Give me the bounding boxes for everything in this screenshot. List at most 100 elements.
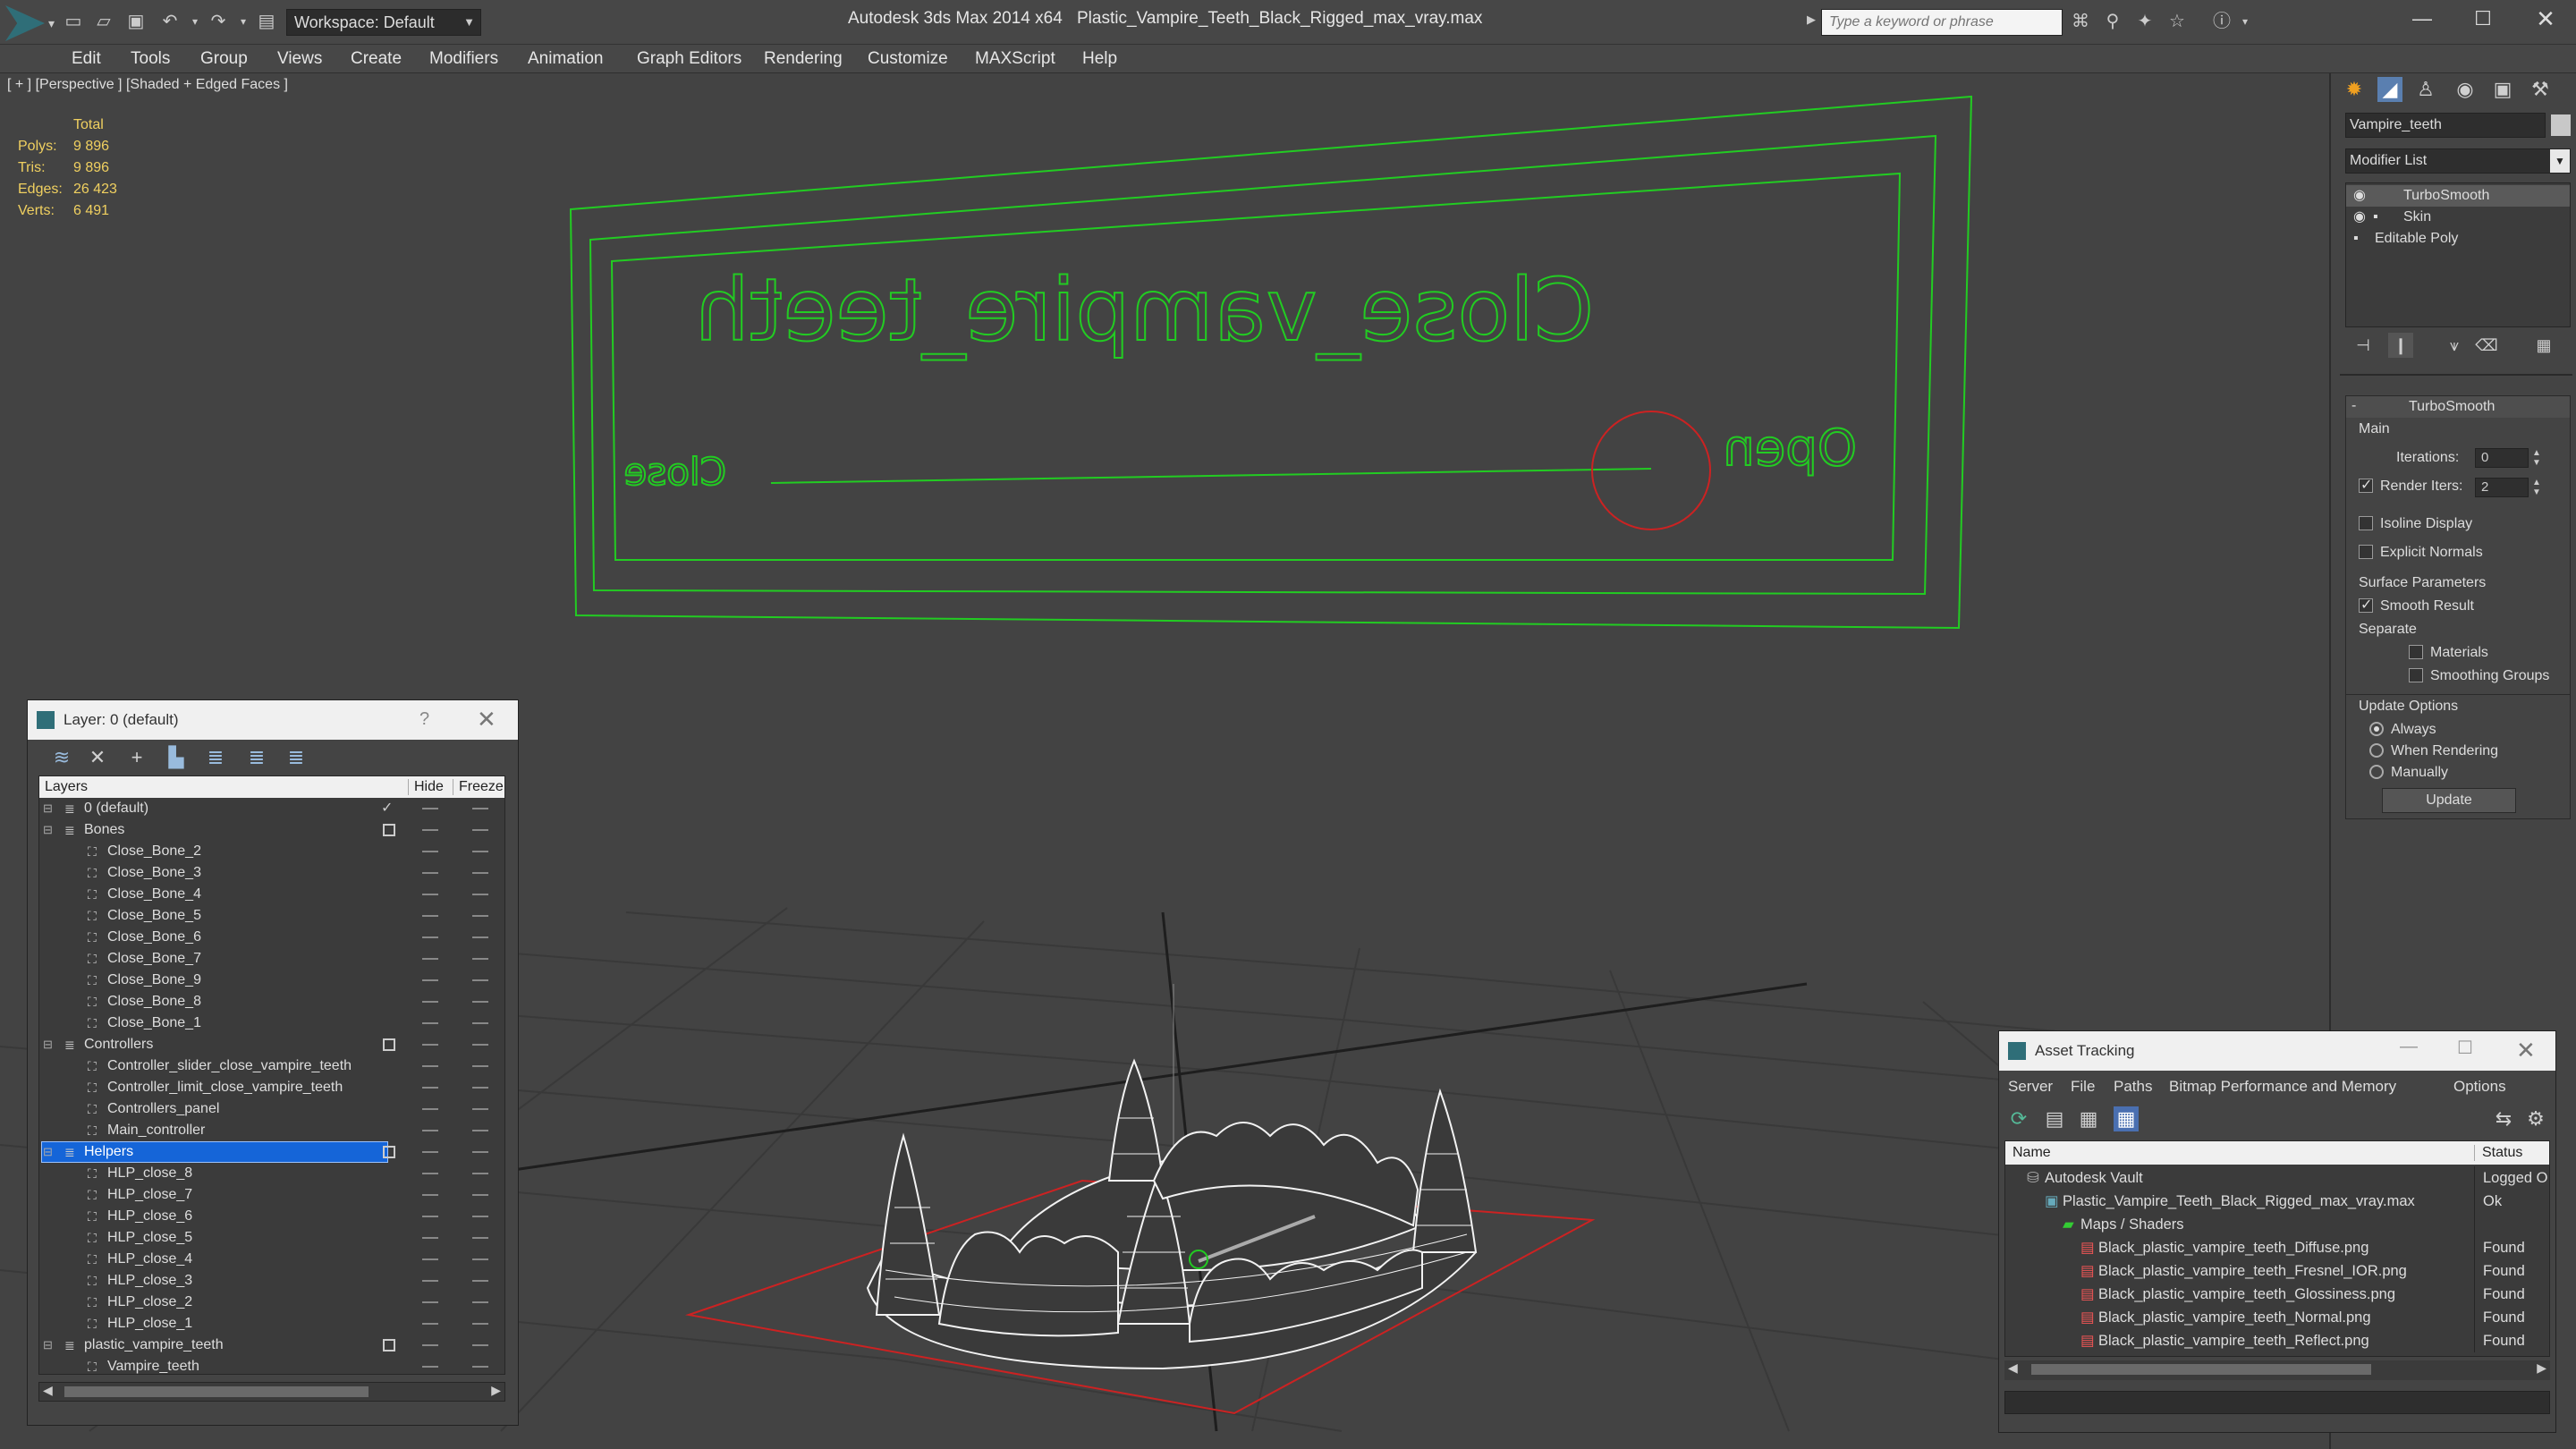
object-color-swatch[interactable]	[2551, 114, 2571, 136]
layer-row[interactable]: ⛶ Close_Bone_3	[39, 862, 504, 884]
set-current-box-icon[interactable]	[383, 1146, 395, 1158]
lightbulb-icon[interactable]: ◉	[2353, 207, 2366, 228]
asset-row[interactable]: ▰ Maps / Shaders	[2005, 1213, 2549, 1236]
asset-menu-options[interactable]: Options	[2453, 1078, 2506, 1096]
hide-toggle[interactable]	[422, 1108, 438, 1110]
layer-row[interactable]: ⛶ HLP_close_1	[39, 1313, 504, 1335]
hide-toggle[interactable]	[422, 915, 438, 917]
layer-row[interactable]: ⛶ Close_Bone_5	[39, 905, 504, 927]
lightbulb-icon[interactable]: ◉	[2353, 185, 2366, 207]
menu-views[interactable]: Views	[277, 45, 322, 73]
update-button[interactable]: Update	[2382, 788, 2516, 813]
freeze-toggle[interactable]	[472, 958, 488, 960]
render-iters-checkbox[interactable]	[2359, 476, 2373, 494]
menu-maxscript[interactable]: MAXScript	[975, 45, 1055, 73]
search-arrow-icon[interactable]: ▶	[1807, 13, 1816, 27]
scroll-thumb[interactable]	[64, 1386, 369, 1397]
layer-horizontal-scrollbar[interactable]: ◀ ▶	[38, 1382, 505, 1402]
explicit-normals-checkbox[interactable]	[2359, 545, 2373, 559]
hide-toggle[interactable]	[422, 1258, 438, 1260]
utilities-tab-icon[interactable]: ⚒	[2528, 77, 2553, 102]
layer-row[interactable]: ⛶ Controllers_panel	[39, 1098, 504, 1120]
object-name-field[interactable]	[2345, 113, 2546, 138]
asset-row[interactable]: ▤ Black_plastic_vampire_teeth_Glossiness.…	[2005, 1283, 2549, 1306]
menu-create[interactable]: Create	[351, 45, 402, 73]
menu-rendering[interactable]: Rendering	[764, 45, 843, 73]
layer-row[interactable]: ⛶ Vampire_teeth	[39, 1356, 504, 1374]
scroll-left-icon[interactable]: ◀	[2008, 1360, 2018, 1376]
layer-row[interactable]: ⊟ ≣ plastic_vampire_teeth	[39, 1335, 504, 1356]
menu-tools[interactable]: Tools	[131, 45, 170, 73]
freeze-toggle[interactable]	[472, 1194, 488, 1196]
display-tab-icon[interactable]: ▣	[2490, 77, 2515, 102]
menu-customize[interactable]: Customize	[868, 45, 948, 73]
layer-row[interactable]: ⛶ HLP_close_7	[39, 1184, 504, 1206]
layer-row[interactable]: ⛶ Close_Bone_6	[39, 927, 504, 948]
refresh-icon[interactable]: ⟳	[2006, 1106, 2031, 1131]
hide-toggle[interactable]	[422, 1001, 438, 1003]
hide-toggle[interactable]	[422, 1366, 438, 1368]
layer-row[interactable]: ⛶ HLP_close_6	[39, 1206, 504, 1227]
layer-row[interactable]: ⊟ ≣ Bones	[39, 819, 504, 841]
render-iters-spinner[interactable]: 2	[2475, 478, 2529, 497]
show-end-result-icon[interactable]: ❙	[2388, 333, 2413, 358]
freeze-toggle[interactable]	[472, 1301, 488, 1303]
layer-row[interactable]: ⛶ Close_Bone_2	[39, 841, 504, 862]
remove-modifier-icon[interactable]: ⌫	[2474, 333, 2499, 358]
menu-edit[interactable]: Edit	[72, 45, 101, 73]
menu-graph-editors[interactable]: Graph Editors	[637, 45, 741, 73]
asset-window-titlebar[interactable]: Asset Tracking — ☐ ✕	[1999, 1031, 2555, 1071]
always-radio[interactable]	[2369, 722, 2384, 736]
layer-row[interactable]: ⊟ ≣ Helpers	[39, 1141, 504, 1163]
app-menu-arrow-icon[interactable]: ▾	[48, 16, 55, 31]
asset-path-field[interactable]	[2004, 1391, 2550, 1414]
asset-row[interactable]: ▣ Plastic_Vampire_Teeth_Black_Rigged_max_…	[2005, 1190, 2549, 1213]
stack-item-skin[interactable]: ◉ ▪ Skin	[2346, 207, 2570, 228]
freeze-toggle[interactable]	[472, 1108, 488, 1110]
asset-row[interactable]: ▤ Black_plastic_vampire_teeth_Reflect.png…	[2005, 1329, 2549, 1352]
thumbnail-view-icon[interactable]: ▦	[2076, 1106, 2101, 1131]
hide-toggle[interactable]	[422, 958, 438, 960]
help-icon[interactable]: ⓘ	[2211, 11, 2233, 32]
layer-row[interactable]: ⊟ ≣ 0 (default) ✓	[39, 798, 504, 819]
hide-all-icon[interactable]: ≣	[244, 745, 269, 770]
freeze-toggle[interactable]	[472, 1173, 488, 1174]
hierarchy-tab-icon[interactable]: ♙	[2413, 77, 2438, 102]
app-logo-icon[interactable]	[5, 5, 45, 41]
close-icon[interactable]: ✕	[2516, 1037, 2536, 1064]
freeze-toggle[interactable]	[472, 1044, 488, 1046]
set-current-box-icon[interactable]	[383, 824, 395, 836]
search-input[interactable]	[1821, 9, 2063, 36]
layer-row[interactable]: ⛶ HLP_close_5	[39, 1227, 504, 1249]
stack-item-editable-poly[interactable]: ▪ Editable Poly	[2346, 228, 2570, 250]
freeze-toggle[interactable]	[472, 1130, 488, 1131]
hide-toggle[interactable]	[422, 808, 438, 809]
hide-toggle[interactable]	[422, 1301, 438, 1303]
freeze-toggle[interactable]	[472, 1065, 488, 1067]
hide-toggle[interactable]	[422, 872, 438, 874]
scroll-thumb[interactable]	[2031, 1364, 2371, 1375]
column-status[interactable]: Status	[2474, 1145, 2522, 1161]
layer-row[interactable]: ⛶ Main_controller	[39, 1120, 504, 1141]
spinner-arrows-icon[interactable]: ▲ ▼	[2532, 448, 2541, 468]
hide-toggle[interactable]	[422, 829, 438, 831]
hide-toggle[interactable]	[422, 894, 438, 895]
redo-icon[interactable]: ↷	[208, 11, 229, 32]
help-icon[interactable]: ⚙	[2523, 1106, 2548, 1131]
create-tab-icon[interactable]: ✹	[2342, 77, 2367, 102]
layer-row[interactable]: ⛶ HLP_close_4	[39, 1249, 504, 1270]
hide-toggle[interactable]	[422, 1044, 438, 1046]
layer-row[interactable]: ⊟ ≣ Controllers	[39, 1034, 504, 1055]
freeze-toggle[interactable]	[472, 1366, 488, 1368]
asset-row[interactable]: ⛁ Autodesk Vault Logged O	[2005, 1166, 2549, 1190]
hide-toggle[interactable]	[422, 851, 438, 852]
hide-toggle[interactable]	[422, 1216, 438, 1217]
set-current-box-icon[interactable]	[383, 1038, 395, 1051]
table-view-icon[interactable]: ▦	[2114, 1106, 2139, 1131]
hide-toggle[interactable]	[422, 936, 438, 938]
freeze-toggle[interactable]	[472, 851, 488, 852]
layer-row[interactable]: ⛶ HLP_close_2	[39, 1292, 504, 1313]
rollout-header[interactable]: - TurboSmooth	[2346, 396, 2570, 418]
layer-row[interactable]: ⛶ Close_Bone_1	[39, 1013, 504, 1034]
favorites-star-icon[interactable]: ☆	[2166, 11, 2188, 32]
